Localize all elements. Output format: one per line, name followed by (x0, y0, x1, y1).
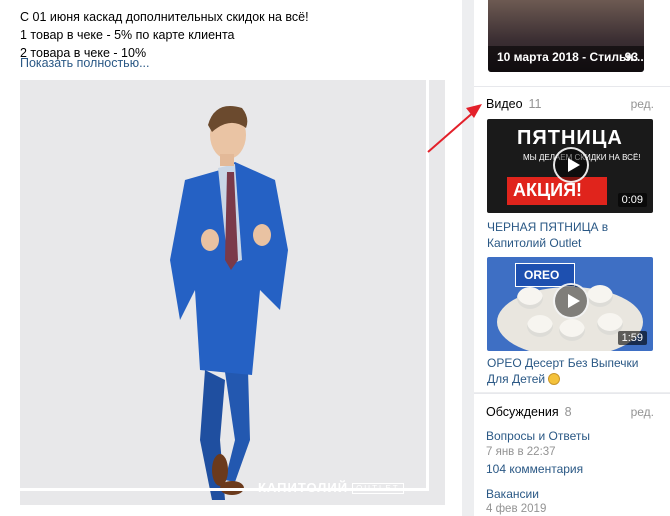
video-2-duration: 1:59 (617, 331, 647, 345)
discussion-topic-1[interactable]: Вопросы и Ответы (486, 429, 590, 443)
videos-edit-link[interactable]: ред. (631, 97, 654, 111)
video-2-title[interactable]: ОРЕО Десерт Без Выпечки Для Детей (487, 355, 657, 387)
discussions-title: Обсуждения (486, 405, 559, 419)
play-icon[interactable] (553, 147, 589, 183)
album-thumbnail[interactable]: 10 марта 2018 - Стильн... 93 (488, 0, 644, 72)
show-more-link[interactable]: Показать полностью... (20, 56, 150, 70)
post-photo[interactable] (20, 80, 445, 505)
video-1-title[interactable]: ЧЕРНАЯ ПЯТНИЦА в Капитолий Outlet (487, 219, 657, 251)
videos-header[interactable]: Видео 11 (486, 97, 542, 111)
discussion-topic-2-date: 4 фев 2019 (486, 503, 547, 515)
dessert-ball (517, 287, 543, 309)
album-caption: 10 марта 2018 - Стильн... (497, 50, 644, 64)
discussion-topic-2[interactable]: Вакансии (486, 487, 539, 501)
post-line-1: С 01 июня каскад дополнительных скидок н… (20, 10, 309, 24)
brand-watermark: КАПИТОЛИЙ OUTLET (258, 480, 404, 495)
video-1-duration: 0:09 (617, 193, 647, 207)
dessert-ball (587, 285, 613, 307)
discussion-topic-1-date: 7 янв в 22:37 (486, 446, 556, 458)
video-2-title-text: ОРЕО Десерт Без Выпечки Для Детей (487, 356, 639, 386)
discussions-block: Обсуждения 8 ред. Вопросы и Ответы 7 янв … (474, 393, 670, 516)
emoji-icon (548, 373, 561, 385)
photo-frame (20, 80, 429, 491)
discussion-topic-1-comments[interactable]: 104 комментария (486, 462, 583, 476)
video-1-sale-text: АКЦИЯ! (513, 180, 583, 200)
play-icon[interactable] (553, 283, 589, 319)
discussions-count: 8 (564, 405, 572, 419)
video-thumbnail-2[interactable]: OREO 1:59 (487, 257, 653, 351)
album-count: 93 (624, 50, 638, 64)
videos-block: Видео 11 ред. ПЯТНИЦА МЫ ДЕЛАЕМ СКИДКИ НА… (474, 86, 670, 392)
dessert-ball (559, 319, 585, 341)
dessert-ball (527, 315, 553, 337)
post-text: С 01 июня каскад дополнительных скидок н… (20, 8, 309, 62)
wall-post: С 01 июня каскад дополнительных скидок н… (0, 0, 462, 516)
videos-count: 11 (528, 97, 542, 111)
video-1-sale-banner: АКЦИЯ! (507, 177, 607, 205)
videos-title: Видео (486, 97, 523, 111)
post-line-2: 1 товар в чеке - 5% по карте клиента (20, 28, 235, 42)
video-thumbnail-1[interactable]: ПЯТНИЦА МЫ ДЕЛАЕМ СКИДКИ НА ВСЁ! АКЦИЯ! … (487, 119, 653, 213)
album-block: 10 марта 2018 - Стильн... 93 (474, 0, 670, 86)
discussions-header[interactable]: Обсуждения 8 (486, 405, 572, 419)
oreo-logo-text: OREO (524, 268, 560, 282)
brand-sub: OUTLET (352, 483, 404, 495)
discussions-edit-link[interactable]: ред. (631, 405, 654, 419)
brand-name: КАПИТОЛИЙ (258, 480, 349, 495)
